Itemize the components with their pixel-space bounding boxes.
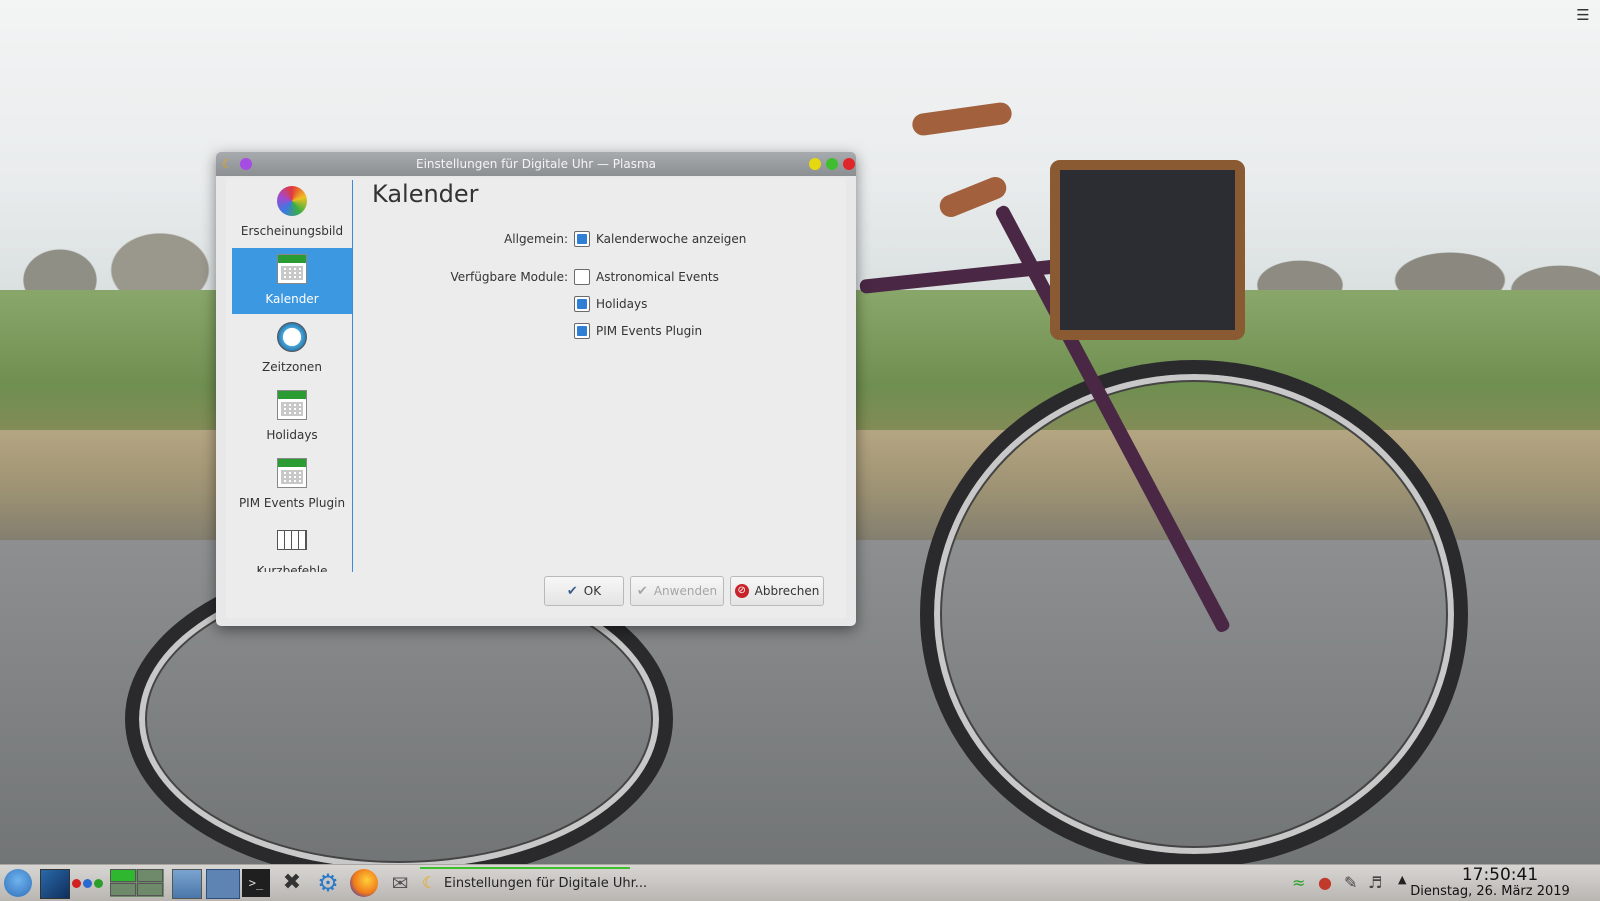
palette-icon [277,186,307,216]
window-switcher-icon[interactable] [206,869,240,899]
cancel-button[interactable]: ⊘ Abbrechen [730,576,824,606]
minimize-button[interactable] [809,158,821,170]
cancel-icon: ⊘ [734,584,749,598]
system-settings-icon[interactable]: ⚙ [314,869,342,897]
sidebar-item-appearance[interactable]: Erscheinungsbild [232,180,352,246]
sidebar-item-timezones[interactable]: Zeitzonen [232,316,352,382]
sidebar-item-label: Kalender [265,292,319,306]
activity-dots-icon[interactable] [72,869,106,897]
clock-globe-icon [277,322,307,352]
cancel-button-label: Abbrechen [754,584,820,598]
sidebar-item-calendar[interactable]: Kalender [232,248,352,314]
clock-time[interactable]: 17:50:41 [1440,865,1560,885]
maximize-button[interactable] [826,158,838,170]
tools-icon[interactable]: ✖ [278,869,306,897]
modules-label: Verfügbare Module: [450,270,568,284]
user-status-icon[interactable]: ● [1318,873,1332,892]
general-label: Allgemein: [504,232,568,246]
terminal-icon[interactable]: >_ [242,869,270,897]
task-active-indicator [420,867,630,869]
ok-button-label: OK [583,584,602,598]
check-icon: ✔ [566,583,578,599]
sidebar-item-label: Holidays [266,428,318,442]
week-number-checkbox[interactable] [574,231,590,247]
clock-date[interactable]: Dienstag, 26. März 2019 [1400,884,1580,899]
calendar-icon [277,390,307,420]
bicycle-bag [1050,160,1245,340]
settings-sidebar: Erscheinungsbild Kalender Zeitzonen Holi… [228,180,353,572]
network-icon[interactable]: ≈ [1292,873,1305,892]
module-label: Astronomical Events [596,270,719,284]
sidebar-item-holidays[interactable]: Holidays [232,384,352,450]
astronomical-events-checkbox[interactable] [574,269,590,285]
apply-button[interactable]: ✔ Anwenden [630,576,724,606]
window-title: Einstellungen für Digitale Uhr — Plasma [415,157,657,171]
sidebar-item-shortcuts[interactable]: Kurzbefehle [232,520,352,572]
file-manager-icon[interactable] [172,869,202,899]
bicycle-front-wheel [920,360,1468,868]
taskbar: >_ ✖ ⚙ ✉ ☾ Einstellungen für Digitale Uh… [0,864,1600,901]
calendar-icon [277,458,307,488]
holidays-checkbox[interactable] [574,296,590,312]
volume-icon[interactable]: ♬ [1368,873,1382,892]
application-launcher-icon[interactable] [4,869,32,897]
close-button[interactable] [843,158,855,170]
module-label: Holidays [596,297,648,311]
week-number-label: Kalenderwoche anzeigen [596,232,747,246]
sidebar-item-label: PIM Events Plugin [238,496,346,510]
task-item-settings[interactable]: ☾ Einstellungen für Digitale Uhr... [420,867,647,899]
calendar-icon [277,254,307,284]
clipboard-icon[interactable]: ✎ [1344,873,1357,892]
page-title: Kalender [372,180,479,208]
desktop-menu-icon[interactable]: ☰ [1576,8,1590,23]
keyboard-icon [277,530,307,550]
clock-app-icon: ☾ [422,873,437,892]
firefox-icon[interactable] [350,869,378,897]
window-titlebar[interactable]: ☾ Einstellungen für Digitale Uhr — Plasm… [216,152,856,176]
task-item-label: Einstellungen für Digitale Uhr... [444,876,648,891]
apply-button-label: Anwenden [653,584,718,598]
pim-events-checkbox[interactable] [574,323,590,339]
mail-icon[interactable]: ✉ [386,869,414,897]
ok-button[interactable]: ✔ OK [544,576,624,606]
check-icon: ✔ [636,583,648,599]
sidebar-item-pim-events[interactable]: PIM Events Plugin [232,452,352,518]
window-body: Erscheinungsbild Kalender Zeitzonen Holi… [226,178,846,618]
sidebar-item-label: Zeitzonen [262,360,322,374]
settings-window: ☾ Einstellungen für Digitale Uhr — Plasm… [216,152,856,626]
sidebar-item-label: Kurzbefehle [256,564,328,572]
virtual-desktop-pager[interactable] [110,869,164,897]
module-label: PIM Events Plugin [596,324,703,338]
show-desktop-icon[interactable] [40,869,70,899]
sidebar-item-label: Erscheinungsbild [240,224,344,238]
